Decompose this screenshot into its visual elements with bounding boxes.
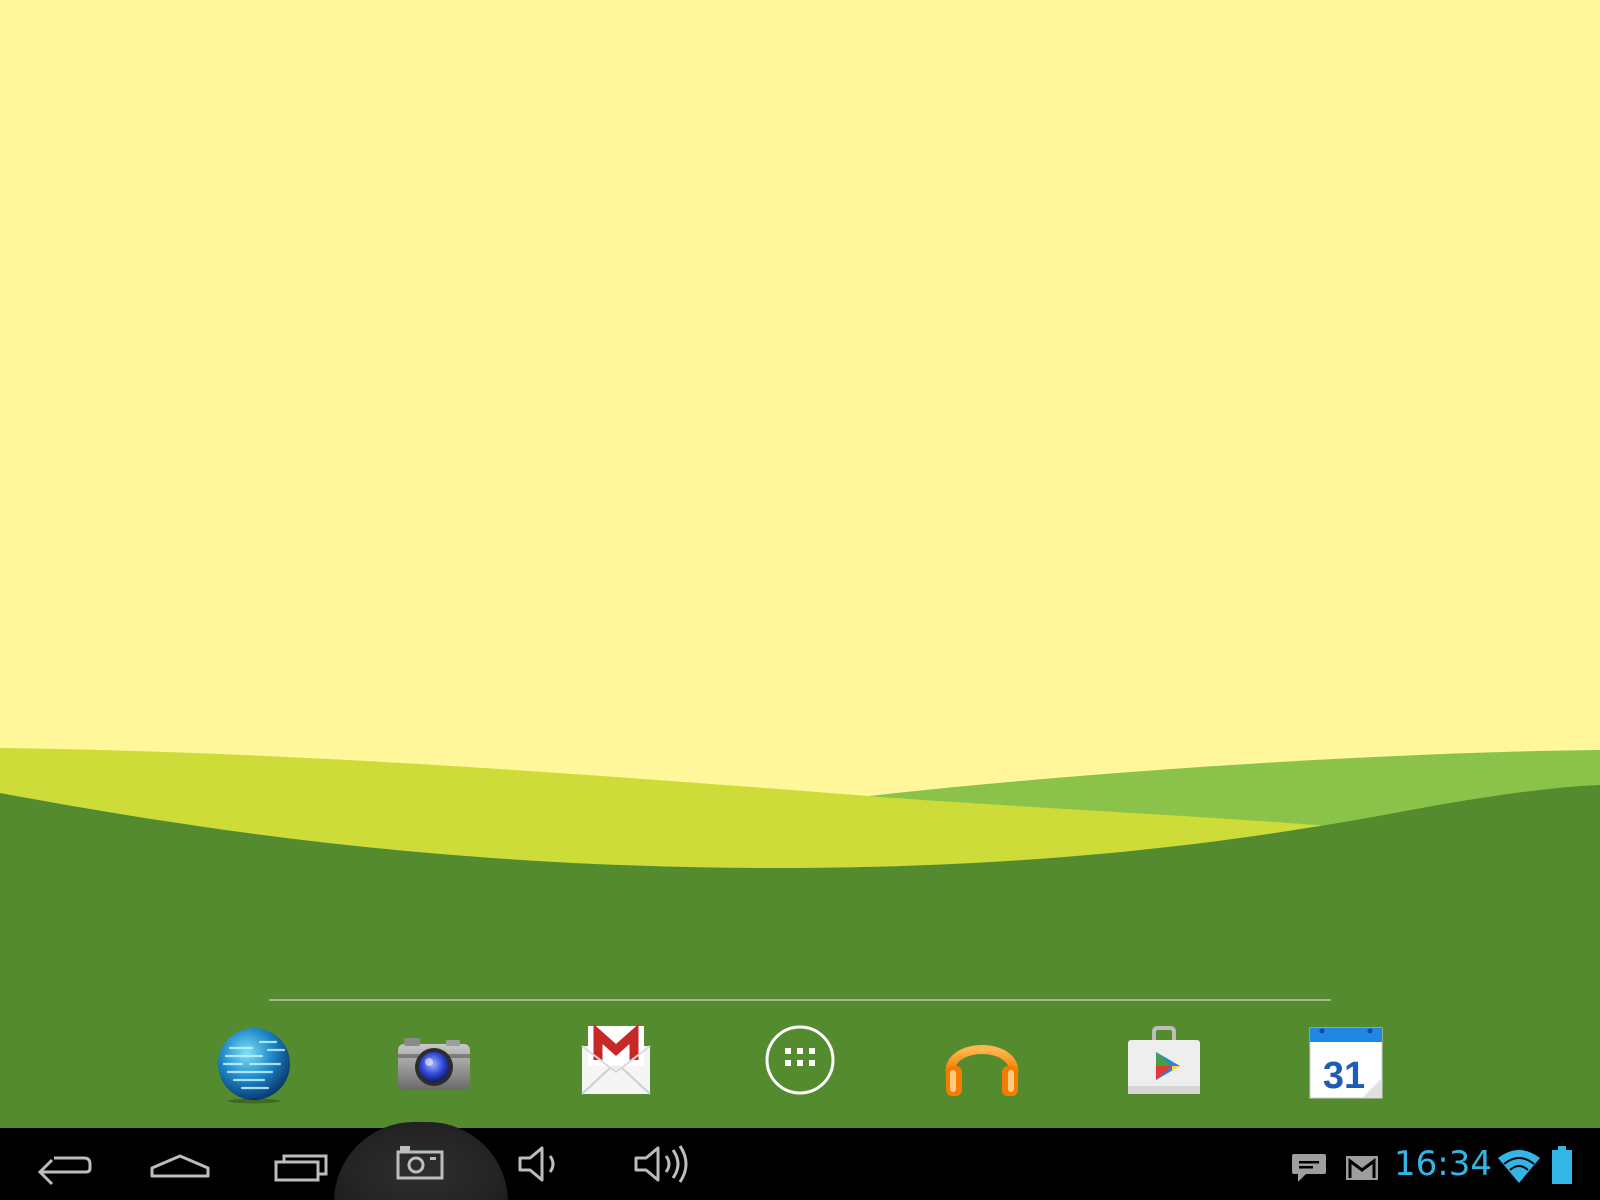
recent-apps-icon [274,1154,328,1182]
camera-icon [398,1038,470,1090]
calendar-app[interactable]: 31 [1304,1020,1388,1104]
back-button[interactable] [16,1128,116,1200]
headphones-icon [945,1045,1019,1096]
dock-divider [269,999,1331,1001]
dock: 31 [0,1010,1600,1124]
home-screen: 31 16:34 [0,0,1600,1200]
wifi-icon [1498,1150,1540,1183]
volume-up-button[interactable] [610,1128,710,1200]
gmail-notification-icon [1346,1156,1378,1180]
screenshot-icon [396,1146,444,1180]
globe-icon [218,1028,290,1104]
recent-apps-button[interactable] [252,1128,352,1200]
gmail-app[interactable] [574,1020,658,1104]
wallpaper [0,0,1600,1128]
back-icon [37,1156,92,1186]
home-icon [150,1154,210,1178]
gmail-icon [581,1023,651,1095]
battery-icon [1552,1146,1572,1184]
play-store-icon [1128,1026,1200,1094]
chat-notification-icon [1292,1154,1326,1182]
status-clock: 16:34 [1394,1144,1492,1184]
play-store-app[interactable] [1122,1020,1206,1104]
play-music-app[interactable] [940,1020,1024,1104]
calendar-icon: 31 [1309,1027,1383,1099]
volume-down-button[interactable] [490,1128,590,1200]
all-apps-button[interactable] [758,1020,842,1104]
calendar-date-label: 31 [1323,1055,1365,1097]
camera-app[interactable] [392,1020,476,1104]
browser-app[interactable] [212,1020,296,1104]
volume-down-icon [518,1146,555,1182]
screenshot-button[interactable] [370,1128,470,1200]
app-drawer-icon [765,1025,835,1095]
volume-up-icon [634,1145,688,1183]
home-button[interactable] [130,1128,230,1200]
